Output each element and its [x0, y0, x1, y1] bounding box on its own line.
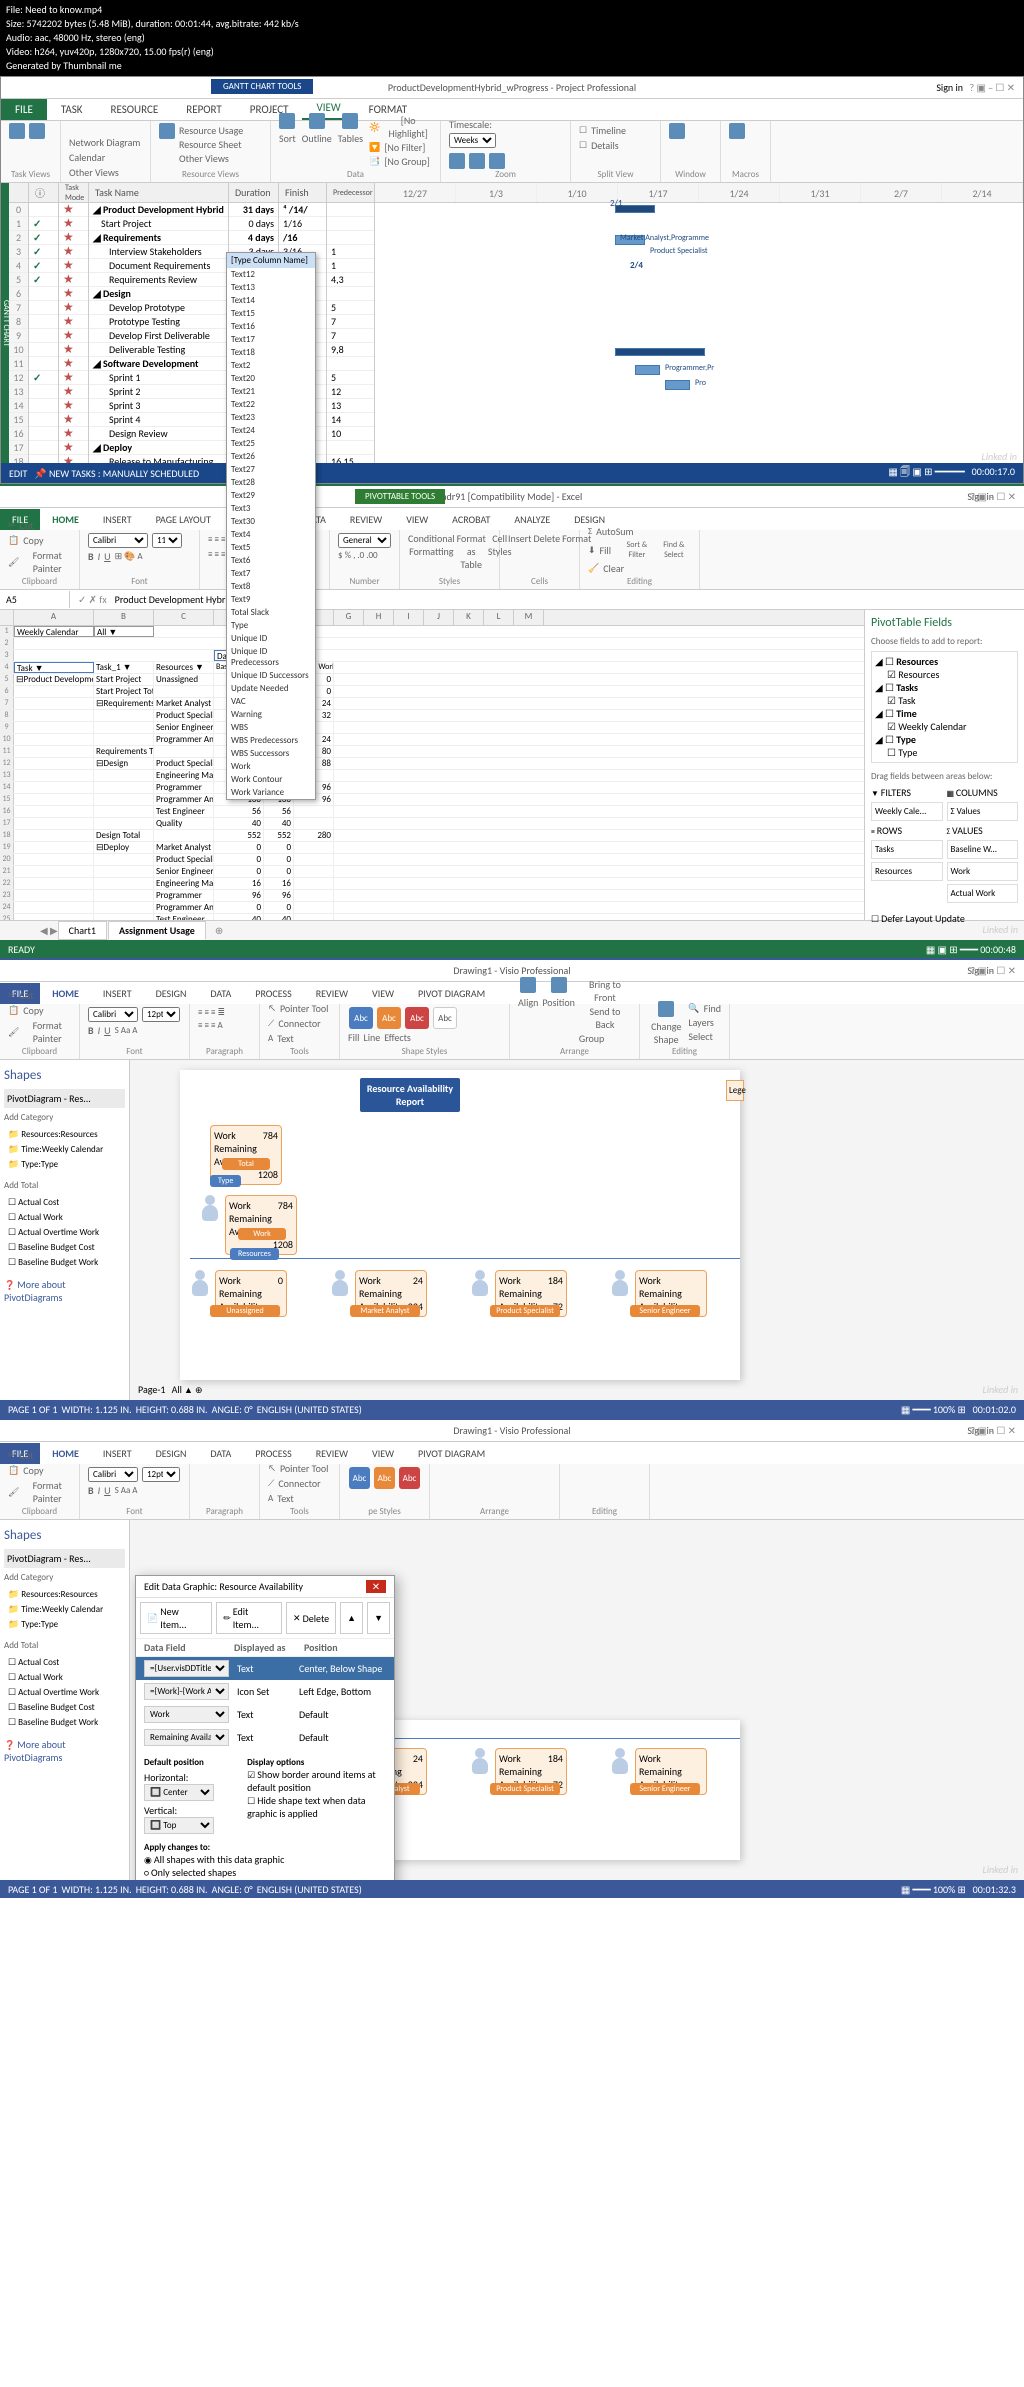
gantt-grid: GANTT CHART 0123456789101112131415161718…	[1, 183, 1023, 463]
project-titlebar: GANTT CHART TOOLS ProductDevelopmentHybr…	[1, 77, 1023, 99]
delete-button[interactable]: ✕ Delete	[286, 1602, 336, 1634]
column-type-dropdown[interactable]: [Type Column Name] Text12Text13Text14Tex…	[226, 252, 316, 800]
zoom-icon[interactable]	[449, 153, 465, 169]
macros-icon[interactable]	[729, 123, 745, 139]
sign-in-link[interactable]: Sign in	[936, 81, 963, 94]
formula-bar: A5 ✓ ✗ fx Product Development Hybrid	[0, 590, 1024, 610]
shapes-panel[interactable]: Shapes PivotDiagram - Res... Add Categor…	[0, 1520, 130, 1880]
new-item-button[interactable]: 📄 New Item...	[140, 1602, 212, 1634]
summary-bar	[615, 348, 705, 356]
excel-titlebar: adr91 [Compatibility Mode] - Excel PIVOT…	[0, 486, 1024, 508]
pivottable-fields-pane[interactable]: PivotTable Fields Choose fields to add t…	[864, 610, 1024, 920]
file-tab[interactable]: FILE	[1, 99, 47, 120]
outline-icon[interactable]	[309, 113, 325, 129]
excel-window: adr91 [Compatibility Mode] - Excel PIVOT…	[0, 484, 1024, 958]
indicator-col: ⓘ ✓✓✓✓✓✓	[29, 183, 59, 463]
window-controls[interactable]: ? ▣ – ☐ ✕	[970, 81, 1015, 94]
sheet-tab-assignment[interactable]: Assignment Usage	[108, 921, 206, 940]
visio-window-2: Drawing1 - Visio ProfessionalSign in? ▣ …	[0, 1418, 1024, 1898]
tab-resource[interactable]: RESOURCE	[96, 99, 172, 120]
window-title: ProductDevelopmentHybrid_wProgress - Pro…	[388, 81, 636, 94]
task-mode-col: Task Mode ★★★★★★★★★★★★★★★★★★★★★	[59, 183, 89, 463]
visio-window-1: Drawing1 - Visio Professional Sign in ? …	[0, 958, 1024, 1418]
window-controls[interactable]: ? ▣ – ☐ ✕	[971, 490, 1016, 503]
visio-titlebar: Drawing1 - Visio Professional Sign in ? …	[0, 960, 1024, 982]
timescale-select[interactable]: Weeks	[449, 133, 496, 148]
selected-tasks-icon[interactable]	[489, 153, 505, 169]
excel-ribbon-tabs: FILE HOME INSERT PAGE LAYOUT FORMULAS DA…	[0, 508, 1024, 530]
excel-status-bar: READY ▦ ▣ ⊞ ━━━ 00:00:48	[0, 940, 1024, 958]
task-bar	[635, 365, 660, 375]
thumbnail-overlay: File: Need to know.mp4 Size: 5742202 byt…	[0, 0, 1024, 76]
new-window-icon[interactable]	[669, 123, 685, 139]
task-bar	[665, 380, 690, 390]
new-sheet-button[interactable]: ⊕	[207, 924, 231, 937]
entire-project-icon[interactable]	[469, 153, 485, 169]
tab-task[interactable]: TASK	[47, 99, 97, 120]
visio-canvas[interactable]: Resource Availability Report Lege Work 7…	[130, 1060, 1024, 1400]
team-planner-icon[interactable]	[159, 123, 175, 139]
visio-canvas[interactable]: Edit Data Graphic: Resource Availability…	[130, 1520, 1024, 1880]
gantt-tools-tab[interactable]: GANTT CHART TOOLS	[211, 79, 313, 94]
gantt-chart-icon[interactable]	[9, 123, 25, 139]
predecessor-col: Predecessor 114,35779,851213141016,15161…	[327, 183, 375, 463]
ribbon: Task Views Network Diagram Calendar Othe…	[1, 121, 1023, 183]
tables-icon[interactable]	[342, 113, 358, 129]
project-window: GANTT CHART TOOLS ProductDevelopmentHybr…	[0, 76, 1024, 484]
edit-item-button[interactable]: ✏ Edit Item...	[216, 1602, 282, 1634]
formula-input[interactable]: Product Development Hybrid	[115, 593, 233, 606]
close-button[interactable]: ✕	[366, 1580, 386, 1593]
visio-status-bar: PAGE 1 OF 1 WIDTH: 1.125 IN. HEIGHT: 0.6…	[0, 1400, 1024, 1418]
edit-data-graphic-dialog: Edit Data Graphic: Resource Availability…	[135, 1575, 395, 1880]
name-box[interactable]: A5	[0, 591, 70, 608]
task-usage-icon[interactable]	[29, 123, 45, 139]
row-numbers: 01234567891011121314151617181920	[9, 183, 29, 463]
tab-report[interactable]: REPORT	[172, 99, 236, 120]
task-name-col: Task Name ◢ Product Development HybridSt…	[89, 183, 229, 463]
worksheet[interactable]: ABCDEFGHIJKLM 1Weekly CalendarAll ▼23Dat…	[0, 610, 864, 920]
project-status-bar: EDIT 📌 NEW TASKS : MANUALLY SCHEDULED ▦ …	[1, 463, 1023, 483]
pivottable-tools[interactable]: PIVOTTABLE TOOLS	[355, 489, 445, 504]
gantt-timeline[interactable]: 12/271/31/101/171/241/312/72/14 2/1 Mark…	[375, 183, 1023, 463]
gantt-chart-label: GANTT CHART	[1, 183, 9, 463]
sheet-tab-chart1[interactable]: Chart1	[58, 921, 107, 940]
excel-ribbon: ✂ Cut 📋 Copy 🖌 Format Painter Clipboard …	[0, 530, 1024, 590]
drawing-page[interactable]: Resource Availability Report Lege Work 7…	[180, 1070, 740, 1380]
shapes-panel[interactable]: Shapes PivotDiagram - Res... Add Categor…	[0, 1060, 130, 1400]
sort-icon[interactable]	[279, 113, 295, 129]
